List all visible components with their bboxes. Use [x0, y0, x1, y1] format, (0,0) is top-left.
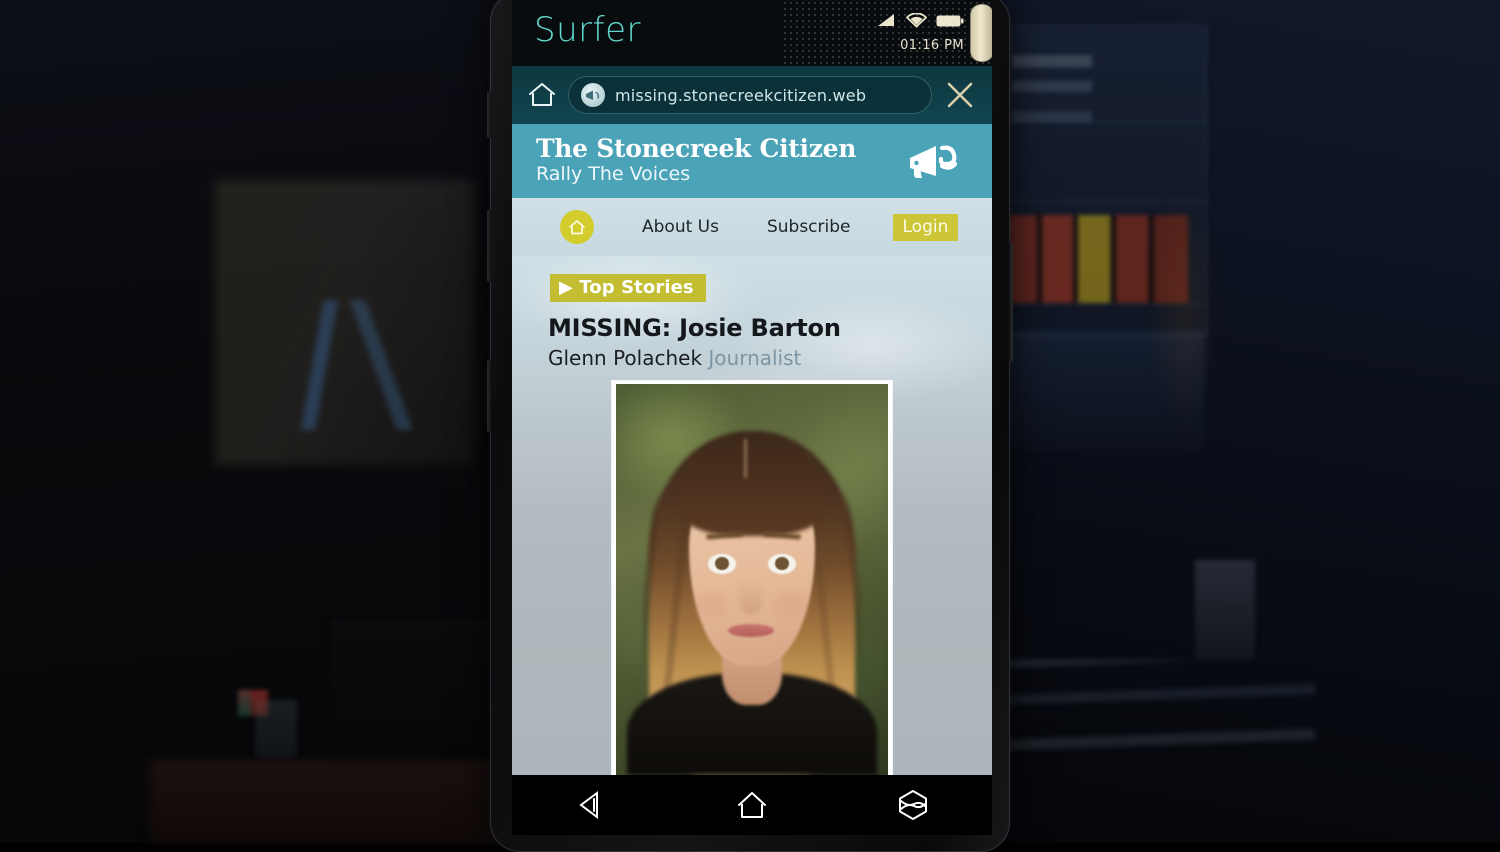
laptop — [330, 620, 505, 766]
author-role: Journalist — [708, 346, 802, 370]
app-title: Surfer — [534, 10, 641, 50]
battery-icon — [936, 14, 964, 28]
power-button[interactable] — [487, 92, 491, 138]
article-page: ▶ Top Stories MISSING: Josie Barton Glen… — [512, 256, 992, 775]
article-headline: MISSING: Josie Barton — [548, 314, 841, 342]
portrait-photo — [616, 384, 888, 775]
desk-box — [1195, 560, 1255, 660]
hair-part — [743, 438, 747, 478]
volume-down-button[interactable] — [487, 360, 491, 432]
status-clock: 01:16 PM — [900, 38, 964, 53]
article-byline: Glenn Polachek Journalist — [548, 346, 801, 370]
paper-stack — [1005, 660, 1315, 780]
signal-icon — [877, 13, 897, 28]
nav-item-about-us[interactable]: About Us — [642, 217, 719, 237]
home-icon — [567, 218, 587, 237]
ambient-glow — [1150, 180, 1220, 440]
poster-river-line — [250, 300, 465, 430]
author-name: Glenn Polachek — [548, 346, 703, 370]
masthead-text: The Stonecreek Citizen Rally The Voices — [536, 136, 856, 185]
site-navigation: About Us Subscribe Login — [512, 198, 992, 256]
shelf-papers — [1012, 55, 1092, 150]
android-navigation-bar — [512, 775, 992, 835]
browser-home-icon[interactable] — [526, 80, 558, 110]
url-input[interactable]: missing.stonecreekcitizen.web — [568, 76, 932, 114]
status-edge-pill — [970, 4, 992, 62]
site-masthead: The Stonecreek Citizen Rally The Voices — [512, 124, 992, 198]
cheek-left — [694, 591, 728, 619]
desk-surface — [150, 760, 510, 843]
login-button[interactable]: Login — [892, 213, 959, 241]
home-icon[interactable] — [733, 788, 771, 822]
close-icon[interactable] — [942, 77, 978, 113]
mouth — [727, 624, 774, 637]
side-button-right[interactable] — [1009, 242, 1013, 362]
status-icons — [877, 13, 964, 28]
cheek-right — [773, 591, 807, 619]
status-bar: Surfer 01:16 PM — [512, 0, 992, 66]
site-title: The Stonecreek Citizen — [536, 134, 857, 164]
top-stories-badge[interactable]: ▶ Top Stories — [550, 274, 706, 302]
megaphone-logo — [906, 138, 968, 184]
recents-icon[interactable] — [896, 788, 930, 822]
nose — [738, 579, 763, 615]
site-tagline: Rally The Voices — [536, 162, 691, 185]
wifi-icon — [906, 13, 927, 28]
back-icon[interactable] — [574, 788, 608, 822]
nav-home-button[interactable] — [560, 210, 594, 244]
url-text: missing.stonecreekcitizen.web — [615, 85, 867, 105]
volume-up-button[interactable] — [487, 210, 491, 282]
megaphone-favicon — [581, 83, 605, 107]
status-bar-texture — [782, 0, 992, 66]
browser-url-bar: missing.stonecreekcitizen.web — [512, 66, 992, 124]
desk-pens — [238, 690, 268, 716]
smartphone-device: Surfer 01:16 PM missing.stonecreekcitize… — [487, 0, 1013, 852]
phone-screen: Surfer 01:16 PM missing.stonecreekcitize… — [512, 0, 992, 835]
nav-item-subscribe[interactable]: Subscribe — [767, 217, 851, 237]
article-photo-frame — [612, 381, 892, 775]
